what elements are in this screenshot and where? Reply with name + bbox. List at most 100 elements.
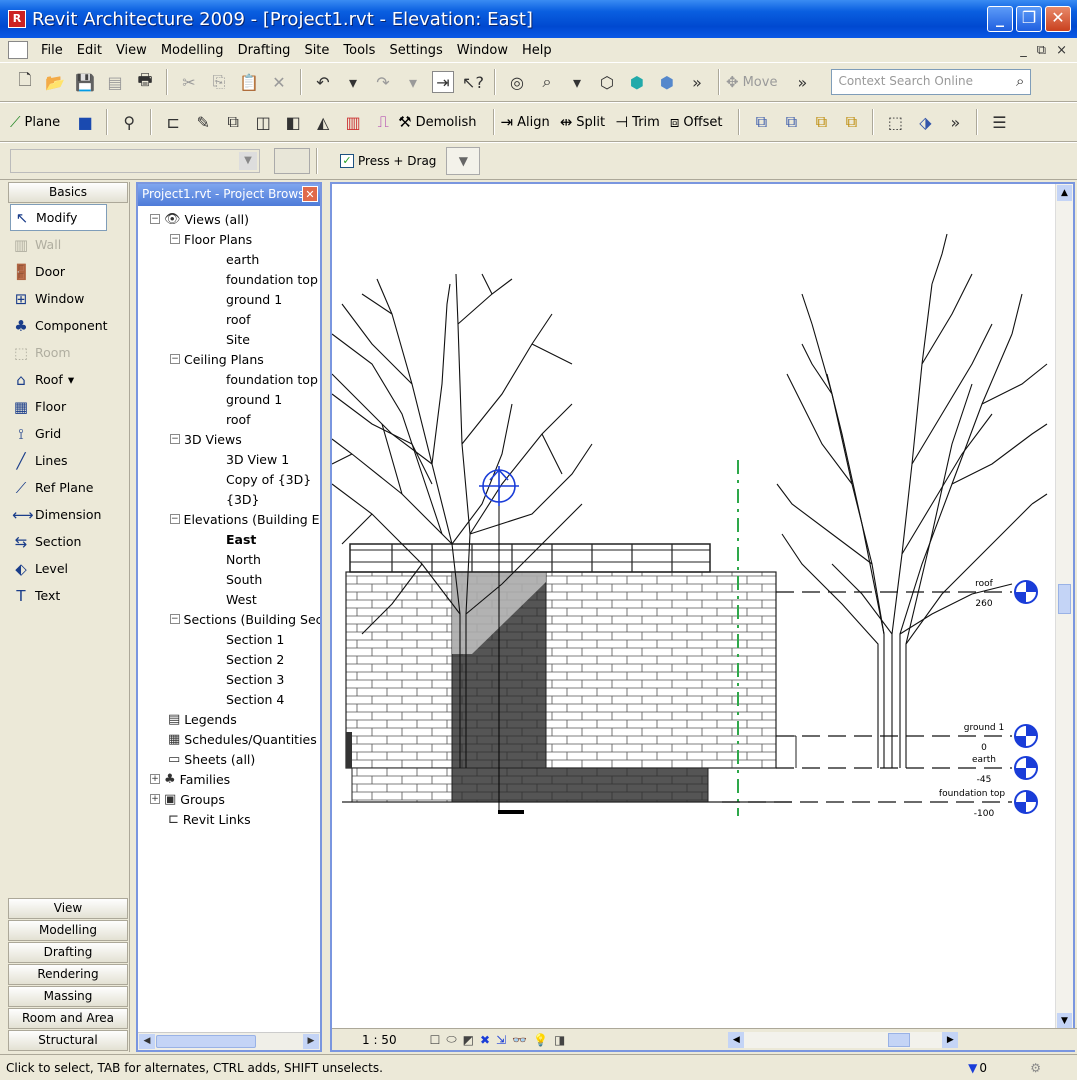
- design-bar-dimension-button[interactable]: ⟷ Dimension: [6, 501, 129, 528]
- scroll-right-icon[interactable]: ▶: [303, 1034, 319, 1049]
- scroll-thumb[interactable]: [1058, 584, 1071, 614]
- tree-item[interactable]: Section 1: [138, 629, 320, 649]
- delete-icon[interactable]: ✕: [268, 71, 290, 93]
- tree-item[interactable]: −Sections (Building Section): [138, 609, 320, 629]
- crop-region-icon[interactable]: ✖: [480, 1033, 490, 1047]
- design-bar-component-button[interactable]: ♣ Component: [6, 312, 129, 339]
- menu-settings[interactable]: Settings: [382, 43, 449, 58]
- search-icon[interactable]: ⌕: [1016, 72, 1024, 90]
- copy-icon[interactable]: ⎘: [208, 71, 230, 93]
- tab-modelling[interactable]: Modelling: [8, 920, 128, 941]
- tree-item[interactable]: ground 1: [138, 389, 320, 409]
- scroll-thumb[interactable]: [888, 1032, 911, 1047]
- scroll-down-icon[interactable]: ▼: [1057, 1013, 1072, 1029]
- menu-window[interactable]: Window: [450, 43, 515, 58]
- mdi-close-button[interactable]: ×: [1056, 43, 1067, 58]
- tree-item[interactable]: ▭ Sheets (all): [138, 749, 320, 769]
- menu-edit[interactable]: Edit: [70, 43, 109, 58]
- design-bar-room-button[interactable]: ⬚ Room: [6, 339, 129, 366]
- cut-geometry-icon[interactable]: ◧: [282, 111, 304, 133]
- vertical-scrollbar[interactable]: ▲ ▼: [1055, 184, 1073, 1030]
- close-icon[interactable]: ✕: [302, 186, 318, 202]
- tree-item[interactable]: {3D}: [138, 489, 320, 509]
- element-properties-button[interactable]: [274, 148, 310, 174]
- context-search-input[interactable]: Context Search Online ⌕: [831, 69, 1032, 95]
- design-bar-window-button[interactable]: ⊞ Window: [6, 285, 129, 312]
- hide-isolate-icon[interactable]: 👓: [512, 1033, 527, 1047]
- help-pointer-icon[interactable]: ↖?: [462, 71, 484, 93]
- tree-item[interactable]: Section 2: [138, 649, 320, 669]
- redo-icon[interactable]: ↷: [372, 71, 394, 93]
- design-bar-level-button[interactable]: ⬖ Level: [6, 555, 129, 582]
- cut-icon[interactable]: ✂: [178, 71, 200, 93]
- view-cube-icon[interactable]: ⬢: [626, 71, 648, 93]
- scroll-left-icon[interactable]: ◀: [139, 1034, 155, 1049]
- model-graphics-style-icon[interactable]: ⬭: [446, 1032, 456, 1047]
- worksets-status-icon[interactable]: ⚙: [1030, 1061, 1041, 1075]
- collapse-icon[interactable]: −: [150, 214, 160, 224]
- print-preview-icon[interactable]: ▤: [104, 71, 126, 93]
- zoom-icon[interactable]: ⌕: [536, 71, 558, 93]
- tree-item[interactable]: West: [138, 589, 320, 609]
- drawing-area[interactable]: roof 260 ground 1 0 earth -45 foundation…: [330, 182, 1077, 1052]
- close-button[interactable]: ✕: [1045, 6, 1071, 32]
- tree-item[interactable]: roof: [138, 409, 320, 429]
- join-geometry-icon[interactable]: ⧉: [222, 111, 244, 133]
- design-bar-ref-plane-button[interactable]: ⟋ Ref Plane: [6, 474, 129, 501]
- tree-item[interactable]: 3D View 1: [138, 449, 320, 469]
- level-head-roof[interactable]: roof 260: [975, 579, 1038, 609]
- building-elevation[interactable]: [342, 484, 797, 814]
- menu-file[interactable]: File: [34, 43, 70, 58]
- menu-view[interactable]: View: [109, 43, 154, 58]
- scroll-up-icon[interactable]: ▲: [1057, 185, 1072, 201]
- scroll-thumb[interactable]: [156, 1035, 256, 1048]
- design-bar-section-button[interactable]: ⇆ Section: [6, 528, 129, 555]
- unjoin-geometry-icon[interactable]: ◫: [252, 111, 274, 133]
- restore-button[interactable]: ❐: [1016, 6, 1042, 32]
- collapse-icon[interactable]: −: [170, 434, 180, 444]
- view-scale[interactable]: 1 : 50: [362, 1033, 397, 1047]
- plane-button[interactable]: ⟋ Plane: [10, 113, 60, 131]
- menu-help[interactable]: Help: [515, 43, 559, 58]
- design-bar-text-button[interactable]: T Text: [6, 582, 129, 609]
- steering-wheel-icon[interactable]: ◎: [506, 71, 528, 93]
- level-head-ground-1[interactable]: ground 1 0: [964, 723, 1038, 753]
- tree-item[interactable]: Site: [138, 329, 320, 349]
- level-head-earth[interactable]: earth -45: [972, 755, 1038, 785]
- tree-item[interactable]: −Elevations (Building Elevation): [138, 509, 320, 529]
- elevation-drawing[interactable]: roof 260 ground 1 0 earth -45 foundation…: [332, 184, 1054, 1030]
- expand-icon[interactable]: +: [150, 774, 160, 784]
- worksharing-icon[interactable]: ◨: [554, 1033, 565, 1047]
- tree-item[interactable]: + ▣ Groups: [138, 789, 320, 809]
- tab-structural[interactable]: Structural: [8, 1030, 128, 1051]
- tree-item[interactable]: − Ceiling Plans: [138, 349, 320, 369]
- show-crop-icon[interactable]: ⇲: [496, 1033, 506, 1047]
- design-bar-door-button[interactable]: 🚪 Door: [6, 258, 129, 285]
- filter-button[interactable]: ▼: [446, 147, 481, 175]
- array-icon[interactable]: ⧉: [840, 111, 862, 133]
- revit-app-icon[interactable]: R: [8, 10, 26, 28]
- tree-item[interactable]: roof: [138, 309, 320, 329]
- collapse-icon[interactable]: −: [170, 234, 180, 244]
- undo-icon[interactable]: ↶: [312, 71, 334, 93]
- tab-room-and-area[interactable]: Room and Area: [8, 1008, 128, 1029]
- crosshair-marker-icon[interactable]: [479, 466, 519, 506]
- chevron-down-icon[interactable]: ▼: [239, 152, 257, 170]
- align-button[interactable]: ⇥ Align: [501, 113, 550, 131]
- mdi-restore-button[interactable]: ⧉: [1037, 43, 1046, 58]
- press-drag-checkbox[interactable]: ✓: [340, 154, 354, 168]
- tree-item[interactable]: ▦ Schedules/Quantities: [138, 729, 320, 749]
- tree-item[interactable]: Section 4: [138, 689, 320, 709]
- show-work-plane-icon[interactable]: ■: [74, 111, 96, 133]
- tree-item[interactable]: ▤ Legends: [138, 709, 320, 729]
- tree-item[interactable]: ⊏ Revit Links: [138, 809, 320, 829]
- tab-massing[interactable]: Massing: [8, 986, 128, 1007]
- save-icon[interactable]: 💾: [74, 71, 96, 93]
- collapse-icon[interactable]: −: [170, 514, 180, 524]
- expand-icon[interactable]: +: [150, 794, 160, 804]
- activate-icon[interactable]: ⇥: [432, 71, 454, 93]
- tree-item[interactable]: + ♣ Families: [138, 769, 320, 789]
- worksets-icon[interactable]: ☰: [988, 111, 1010, 133]
- document-icon[interactable]: [8, 41, 28, 59]
- detail-level-icon[interactable]: ☐: [430, 1033, 441, 1047]
